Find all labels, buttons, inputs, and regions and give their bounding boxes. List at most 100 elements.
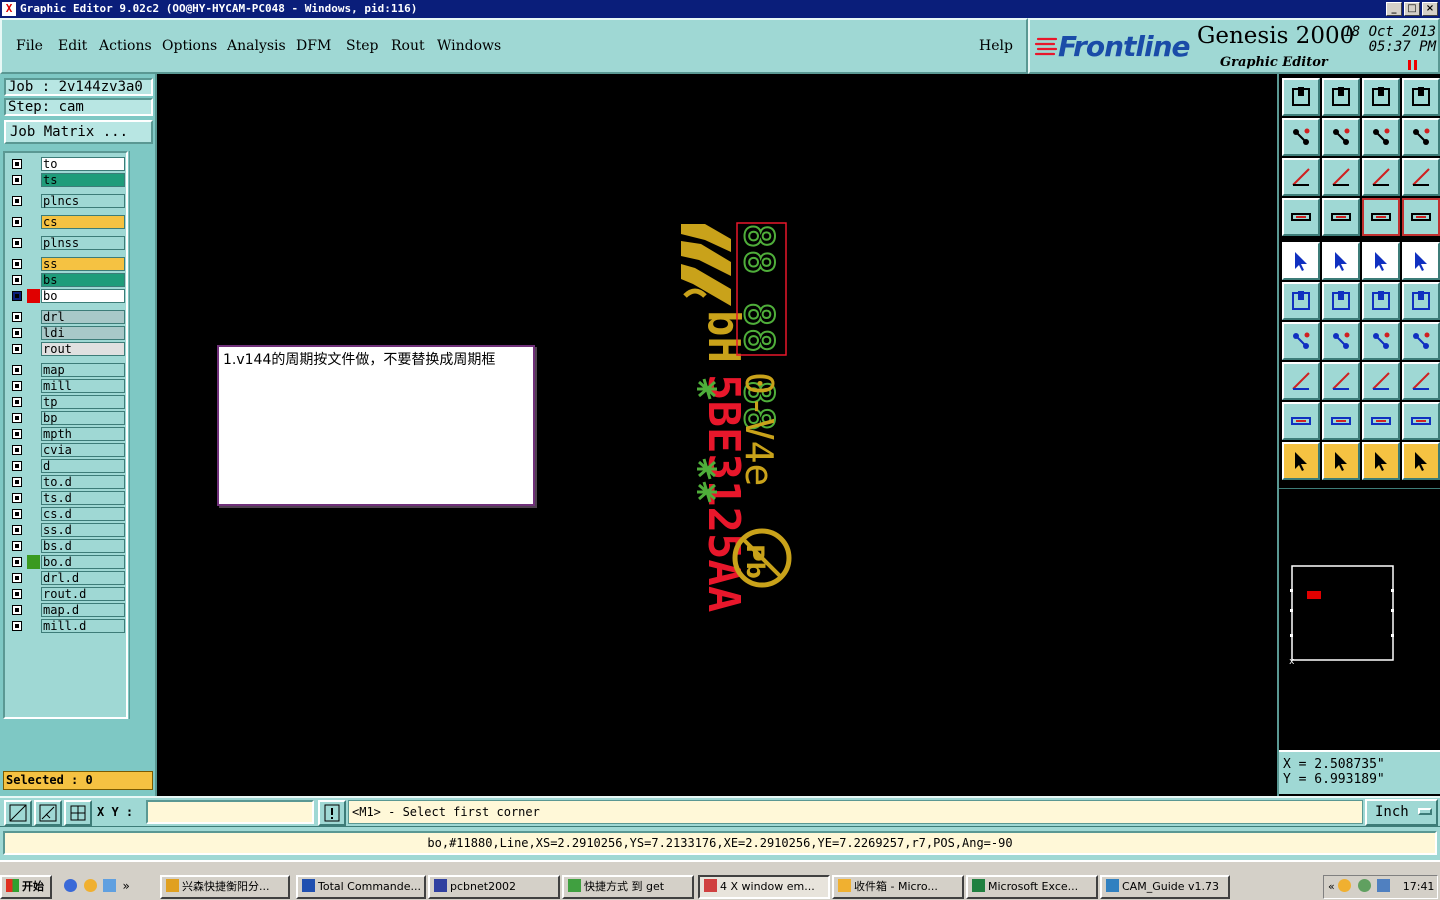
layer-row-map[interactable]: map <box>9 363 125 377</box>
drc-tool[interactable] <box>1322 402 1360 440</box>
layer-row-drl[interactable]: drl <box>9 310 125 324</box>
layer-row-drl-d[interactable]: drl.d <box>9 571 125 585</box>
select-box-tool[interactable] <box>1322 442 1360 480</box>
taskbar-item-2[interactable]: Total Commande... <box>296 875 426 899</box>
layer-row-bs[interactable]: bs <box>9 273 125 287</box>
layer-row-cs[interactable]: cs <box>9 215 125 229</box>
menu-help[interactable]: Help <box>979 38 1013 54</box>
snap-button[interactable] <box>34 800 62 826</box>
undo-tool[interactable] <box>1402 118 1440 156</box>
layer-list-scrollbar[interactable] <box>129 151 153 719</box>
layer-checkbox[interactable] <box>12 259 22 269</box>
layer-row-ts[interactable]: ts <box>9 173 125 187</box>
check-tool[interactable] <box>1362 402 1400 440</box>
layer-checkbox[interactable] <box>12 159 22 169</box>
move-point-tool[interactable] <box>1402 282 1440 320</box>
layer-checkbox[interactable] <box>12 217 22 227</box>
layer-checkbox[interactable] <box>12 541 22 551</box>
layer-row-bp[interactable]: bp <box>9 411 125 425</box>
layer-checkbox[interactable] <box>12 477 22 487</box>
select-tool[interactable] <box>1282 442 1320 480</box>
job-matrix-button[interactable]: Job Matrix ... <box>4 120 153 144</box>
start-button[interactable]: 开始 <box>0 875 52 899</box>
layer-row-to[interactable]: to <box>9 157 125 171</box>
line-tool[interactable] <box>1322 322 1360 360</box>
maximize-button[interactable]: □ <box>1404 2 1420 16</box>
tray-volume-icon[interactable] <box>1377 879 1391 892</box>
layer-checkbox[interactable] <box>12 413 22 423</box>
layer-checkbox[interactable] <box>12 381 22 391</box>
more-chevron-icon[interactable]: » <box>123 879 130 893</box>
taskbar-item-3[interactable]: pcbnet2002 <box>428 875 560 899</box>
minimize-button[interactable]: _ <box>1386 2 1402 16</box>
surface-tool[interactable] <box>1282 362 1320 400</box>
pad-tool[interactable] <box>1402 242 1440 280</box>
layer-row-map-d[interactable]: map.d <box>9 603 125 617</box>
taskbar-item-6[interactable]: 收件箱 - Micro... <box>832 875 964 899</box>
layer-row-mill-d[interactable]: mill.d <box>9 619 125 633</box>
layer-checkbox[interactable] <box>12 275 22 285</box>
layer-row-tp[interactable]: tp <box>9 395 125 409</box>
layer-row-plncs[interactable]: plncs <box>9 194 125 208</box>
taskbar-item-4[interactable]: 快捷方式 到 get <box>562 875 694 899</box>
graphic-canvas[interactable]: bH 5BE3125AA 88 88 88 0-V4e Pb 1.v144的周期… <box>157 74 1277 796</box>
taskbar-item-5[interactable]: 4 X window em... <box>698 875 830 899</box>
add-point-tool[interactable] <box>1362 282 1400 320</box>
layer-row-ldi[interactable]: ldi <box>9 326 125 340</box>
layer-row-ss[interactable]: ss <box>9 257 125 271</box>
route-tool[interactable] <box>1402 442 1440 480</box>
menu-edit[interactable]: Edit <box>58 38 87 54</box>
layer-row-d[interactable]: d <box>9 459 125 473</box>
layer-row-mill[interactable]: mill <box>9 379 125 393</box>
color-tool[interactable] <box>1362 198 1400 236</box>
menu-step[interactable]: Step <box>346 38 378 54</box>
query-tool[interactable] <box>1402 158 1440 196</box>
layer-checkbox[interactable] <box>12 493 22 503</box>
cross-tool[interactable] <box>1402 402 1440 440</box>
camera-tool[interactable] <box>1282 242 1320 280</box>
connect-tool[interactable] <box>1282 282 1320 320</box>
layer-checkbox[interactable] <box>12 291 22 301</box>
layer-checkbox[interactable] <box>12 429 22 439</box>
minus-tool[interactable] <box>1322 362 1360 400</box>
folder-icon[interactable] <box>83 879 97 892</box>
close-button[interactable]: × <box>1422 2 1438 16</box>
app-icon[interactable]: X <box>2 2 16 16</box>
tray-app-icon[interactable] <box>1338 879 1352 892</box>
menu-rout[interactable]: Rout <box>391 38 425 54</box>
ie-icon[interactable] <box>64 879 77 892</box>
zoom-in-tool[interactable] <box>1282 118 1320 156</box>
scale-tool[interactable] <box>1362 158 1400 196</box>
layer-checkbox[interactable] <box>12 344 22 354</box>
select-arrow-tool[interactable] <box>1362 442 1400 480</box>
layer-checkbox[interactable] <box>12 461 22 471</box>
layer-row-plnss[interactable]: plnss <box>9 236 125 250</box>
menu-file[interactable]: File <box>16 38 43 54</box>
layer-row-to-d[interactable]: to.d <box>9 475 125 489</box>
layer-checkbox[interactable] <box>12 525 22 535</box>
menu-options[interactable]: Options <box>162 38 217 54</box>
layer-row-ss-d[interactable]: ss.d <box>9 523 125 537</box>
layer-checkbox[interactable] <box>12 621 22 631</box>
menu-windows[interactable]: Windows <box>437 38 501 54</box>
layer-row-mpth[interactable]: mpth <box>9 427 125 441</box>
taskbar-item-8[interactable]: CAM_Guide v1.73 <box>1100 875 1230 899</box>
rotate-tool[interactable] <box>1362 118 1400 156</box>
layer-checkbox[interactable] <box>12 312 22 322</box>
layer-checkbox[interactable] <box>12 397 22 407</box>
layer-checkbox[interactable] <box>12 365 22 375</box>
tray-chevron-icon[interactable]: « <box>1328 880 1335 893</box>
menu-actions[interactable]: Actions <box>99 38 152 54</box>
layer-checkbox[interactable] <box>12 557 22 567</box>
home-tool[interactable] <box>1362 78 1400 116</box>
layer-row-bs-d[interactable]: bs.d <box>9 539 125 553</box>
arc-tool[interactable] <box>1362 322 1400 360</box>
layer-row-cvia[interactable]: cvia <box>9 443 125 457</box>
delete-tool[interactable] <box>1322 282 1360 320</box>
polarity-tool[interactable] <box>1402 322 1440 360</box>
menu-dfm[interactable]: DFM <box>296 38 331 54</box>
xy-input[interactable] <box>146 800 314 824</box>
save-tool[interactable] <box>1322 78 1360 116</box>
open-job-tool[interactable] <box>1282 78 1320 116</box>
layer-row-bo[interactable]: bo <box>9 289 125 303</box>
